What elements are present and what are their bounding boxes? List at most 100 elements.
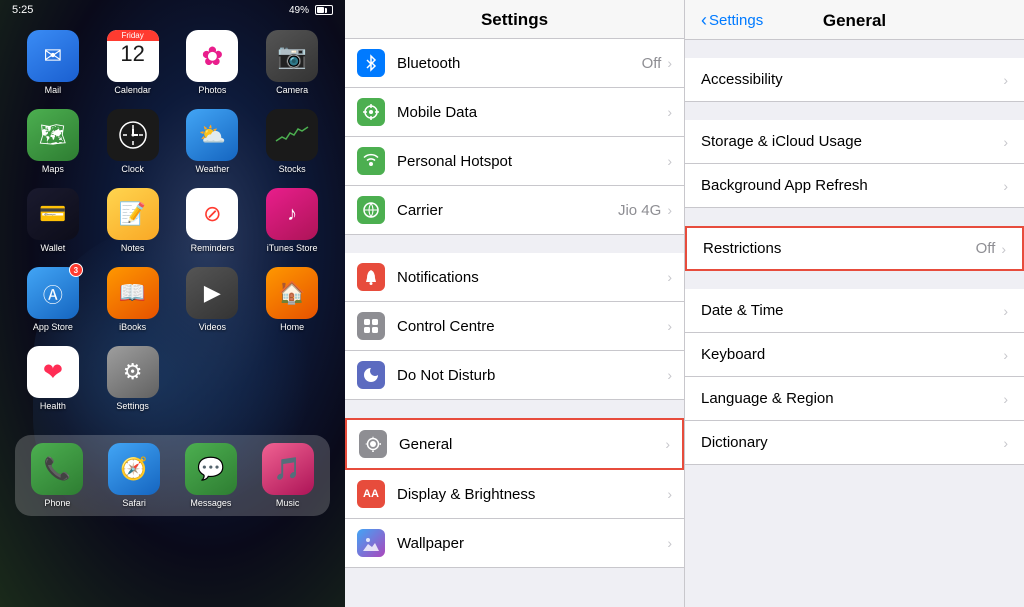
separator — [685, 208, 1024, 226]
settings-row-wallpaper[interactable]: Wallpaper › — [345, 519, 684, 568]
settings-row-mobiledata[interactable]: Mobile Data › — [345, 88, 684, 137]
battery-icon — [315, 5, 333, 15]
mobiledata-label: Mobile Data — [397, 104, 667, 121]
dictionary-label: Dictionary — [701, 434, 1003, 451]
app-maps[interactable]: 🗺 Maps — [20, 109, 86, 174]
general-icon — [359, 430, 387, 458]
storage-label: Storage & iCloud Usage — [701, 133, 1003, 150]
controlcentre-label: Control Centre — [397, 318, 667, 335]
general-label: General — [399, 436, 665, 453]
chevron-icon: › — [667, 104, 672, 120]
app-reminders[interactable]: ⊘ Reminders — [180, 188, 246, 253]
settings-row-displaybrightness[interactable]: AA Display & Brightness › — [345, 470, 684, 519]
general-row-keyboard[interactable]: Keyboard › — [685, 333, 1024, 377]
chevron-icon: › — [667, 367, 672, 383]
app-wallet[interactable]: 💳 Wallet — [20, 188, 86, 253]
general-row-datetime[interactable]: Date & Time › — [685, 289, 1024, 333]
separator — [685, 40, 1024, 58]
donotdisturb-icon — [357, 361, 385, 389]
chevron-icon: › — [667, 486, 672, 502]
settings-row-notifications[interactable]: Notifications › — [345, 253, 684, 302]
app-photos[interactable]: ✿ Photos — [180, 30, 246, 95]
bluetooth-label: Bluetooth — [397, 55, 642, 72]
carrier-icon — [357, 196, 385, 224]
dock-music[interactable]: 🎵 Music — [253, 443, 322, 508]
general-row-accessibility[interactable]: Accessibility › — [685, 58, 1024, 102]
app-appstore[interactable]: Ⓐ 3 App Store — [20, 267, 86, 332]
hotspot-icon — [357, 147, 385, 175]
settings-header: Settings — [345, 0, 684, 39]
app-stocks[interactable]: Stocks — [259, 109, 325, 174]
bluetooth-value: Off — [642, 55, 662, 72]
restrictions-label: Restrictions — [703, 240, 976, 257]
general-row-storage[interactable]: Storage & iCloud Usage › — [685, 120, 1024, 164]
app-grid: ✉ Mail Friday 12 Calendar ✿ Photos 📷 Cam… — [0, 20, 345, 421]
accessibility-label: Accessibility — [701, 71, 1003, 88]
app-clock[interactable]: Clock — [100, 109, 166, 174]
notifications-label: Notifications — [397, 269, 667, 286]
chevron-icon: › — [1003, 303, 1008, 319]
notifications-icon — [357, 263, 385, 291]
app-notes[interactable]: 📝 Notes — [100, 188, 166, 253]
chevron-icon: › — [1003, 134, 1008, 150]
separator — [345, 235, 684, 253]
settings-row-carrier[interactable]: Carrier Jio 4G › — [345, 186, 684, 235]
chevron-icon: › — [1003, 347, 1008, 363]
donotdisturb-label: Do Not Disturb — [397, 367, 667, 384]
app-itunes[interactable]: ♪ iTunes Store — [259, 188, 325, 253]
chevron-icon: › — [667, 535, 672, 551]
chevron-icon: › — [1001, 241, 1006, 257]
chevron-icon: › — [667, 202, 672, 218]
app-calendar[interactable]: Friday 12 Calendar — [100, 30, 166, 95]
settings-row-hotspot[interactable]: Personal Hotspot › — [345, 137, 684, 186]
backgroundrefresh-label: Background App Refresh — [701, 177, 1003, 194]
chevron-icon: › — [1003, 178, 1008, 194]
app-camera[interactable]: 📷 Camera — [259, 30, 325, 95]
app-health[interactable]: ❤ Health — [20, 346, 86, 411]
carrier-label: Carrier — [397, 202, 618, 219]
status-time: 5:25 — [12, 4, 33, 16]
general-row-backgroundrefresh[interactable]: Background App Refresh › — [685, 164, 1024, 208]
mobiledata-icon — [357, 98, 385, 126]
separator — [685, 102, 1024, 120]
app-settings[interactable]: ⚙ Settings — [100, 346, 166, 411]
app-mail[interactable]: ✉ Mail — [20, 30, 86, 95]
wallpaper-label: Wallpaper — [397, 535, 667, 552]
general-panel: ‹ Settings General Accessibility › Stora… — [685, 0, 1024, 607]
chevron-icon: › — [667, 153, 672, 169]
bluetooth-icon — [357, 49, 385, 77]
hotspot-label: Personal Hotspot — [397, 153, 667, 170]
restrictions-value: Off — [976, 240, 996, 257]
chevron-icon: › — [667, 55, 672, 71]
back-label: Settings — [709, 12, 763, 29]
dock-safari[interactable]: 🧭 Safari — [100, 443, 169, 508]
app-home[interactable]: 🏠 Home — [259, 267, 325, 332]
app-weather[interactable]: ⛅ Weather — [180, 109, 246, 174]
dock-phone[interactable]: 📞 Phone — [23, 443, 92, 508]
general-list: Accessibility › Storage & iCloud Usage ›… — [685, 40, 1024, 607]
status-bar: 5:25 49% — [0, 0, 345, 20]
battery-percent: 49% — [289, 5, 309, 16]
back-button[interactable]: ‹ Settings — [701, 10, 763, 31]
dock-messages[interactable]: 💬 Messages — [177, 443, 246, 508]
settings-row-general[interactable]: General › — [345, 418, 684, 470]
displaybrightness-icon: AA — [357, 480, 385, 508]
general-header: ‹ Settings General — [685, 0, 1024, 40]
settings-section-misc: Notifications › Control Centre › — [345, 253, 684, 400]
general-row-language[interactable]: Language & Region › — [685, 377, 1024, 421]
settings-row-bluetooth[interactable]: Bluetooth Off › — [345, 39, 684, 88]
displaybrightness-label: Display & Brightness — [397, 486, 667, 503]
general-title: General — [823, 11, 886, 31]
app-videos[interactable]: ▶ Videos — [180, 267, 246, 332]
chevron-icon: › — [1003, 435, 1008, 451]
restrictions-row[interactable]: Restrictions Off › — [685, 226, 1024, 271]
keyboard-label: Keyboard — [701, 346, 1003, 363]
settings-title: Settings — [481, 10, 548, 29]
chevron-icon: › — [1003, 72, 1008, 88]
app-ibooks[interactable]: 📖 iBooks — [100, 267, 166, 332]
settings-row-controlcentre[interactable]: Control Centre › — [345, 302, 684, 351]
settings-panel: Settings Bluetooth Off › — [345, 0, 685, 607]
general-row-dictionary[interactable]: Dictionary › — [685, 421, 1024, 465]
chevron-icon: › — [1003, 391, 1008, 407]
settings-row-donotdisturb[interactable]: Do Not Disturb › — [345, 351, 684, 400]
